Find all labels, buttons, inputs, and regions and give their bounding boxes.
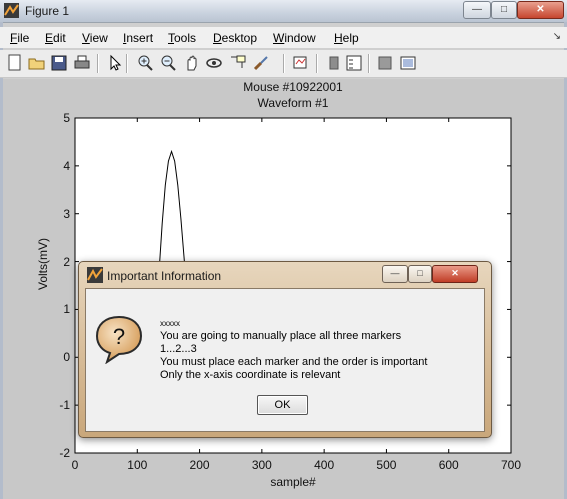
y-tick-label: 3 (63, 206, 70, 221)
dialog-minimize-button[interactable]: — (382, 265, 408, 283)
dialog-line: Only the x-axis coordinate is relevant (160, 369, 341, 381)
dialog-line: 1...2...3 (160, 343, 197, 355)
info-dialog: Important Information — □ ✕ ? xxxxx You … (78, 261, 492, 438)
plot-title-line2: Waveform #1 (257, 96, 329, 110)
y-axis-label: Volts(mV) (36, 237, 50, 290)
dialog-message: xxxxx You are going to manually place al… (160, 317, 427, 382)
x-tick-label: 500 (376, 458, 397, 472)
dialog-line: You are going to manually place all thre… (160, 330, 402, 342)
dialog-line: xxxxx (160, 319, 180, 328)
x-tick-label: 700 (500, 458, 522, 472)
y-tick-label: -1 (59, 398, 70, 413)
y-tick-label: 4 (63, 158, 70, 173)
question-icon: ? (95, 315, 143, 364)
x-tick-label: 0 (71, 458, 79, 472)
plot-title-line1: Mouse #10922001 (243, 80, 343, 94)
x-tick-label: 400 (314, 458, 335, 472)
dialog-line: You must place each marker and the order… (160, 356, 428, 368)
matlab-logo-icon (87, 267, 103, 283)
dialog-body: ? xxxxx You are going to manually place … (85, 288, 485, 432)
y-tick-label: 1 (63, 302, 70, 317)
x-tick-label: 200 (189, 458, 210, 472)
dialog-close-button[interactable]: ✕ (432, 265, 478, 283)
x-tick-label: 100 (127, 458, 148, 472)
dialog-title: Important Information (107, 269, 222, 283)
svg-text:?: ? (113, 324, 125, 349)
y-tick-label: 5 (63, 111, 70, 125)
x-tick-label: 300 (251, 458, 272, 472)
dialog-maximize-button[interactable]: □ (408, 265, 432, 283)
x-axis-label: sample# (270, 475, 316, 489)
y-tick-label: 2 (63, 254, 70, 269)
ok-button[interactable]: OK (257, 395, 308, 415)
y-tick-label: -2 (59, 446, 70, 460)
y-tick-label: 0 (63, 350, 70, 365)
x-tick-label: 600 (438, 458, 459, 472)
